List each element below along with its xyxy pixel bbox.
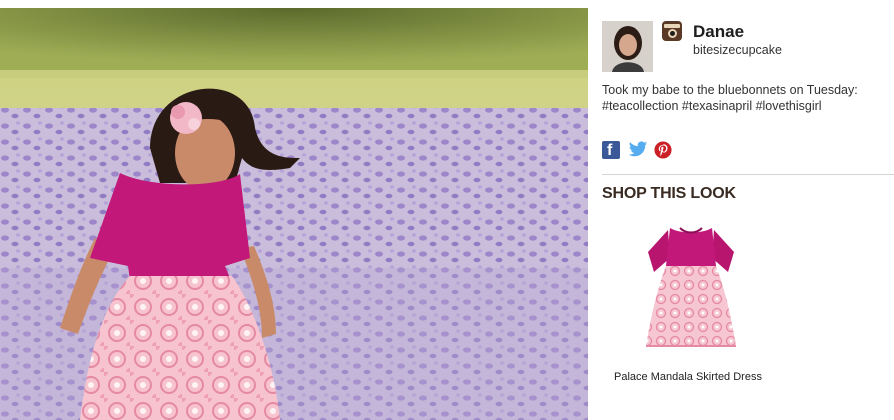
user-handle[interactable]: bitesizecupcake xyxy=(693,43,782,57)
post-caption: Took my babe to the bluebonnets on Tuesd… xyxy=(602,82,894,114)
product-image[interactable] xyxy=(640,222,742,354)
user-avatar[interactable] xyxy=(602,21,653,72)
facebook-icon[interactable]: f xyxy=(602,141,620,159)
shop-this-look-title: SHOP THIS LOOK xyxy=(602,185,736,202)
caption-line: Took my babe to the bluebonnets on Tuesd… xyxy=(602,83,858,97)
divider xyxy=(602,174,894,175)
photo-artwork xyxy=(0,8,588,420)
instagram-icon[interactable] xyxy=(662,21,682,41)
twitter-icon[interactable] xyxy=(628,141,648,159)
pinterest-icon[interactable] xyxy=(654,141,672,159)
post-photo xyxy=(0,8,588,420)
product-name[interactable]: Palace Mandala Skirted Dress xyxy=(614,371,762,383)
caption-hashtags[interactable]: #teacollection #texasinapril #lovethisgi… xyxy=(602,98,894,114)
user-name[interactable]: Danae xyxy=(693,22,744,42)
